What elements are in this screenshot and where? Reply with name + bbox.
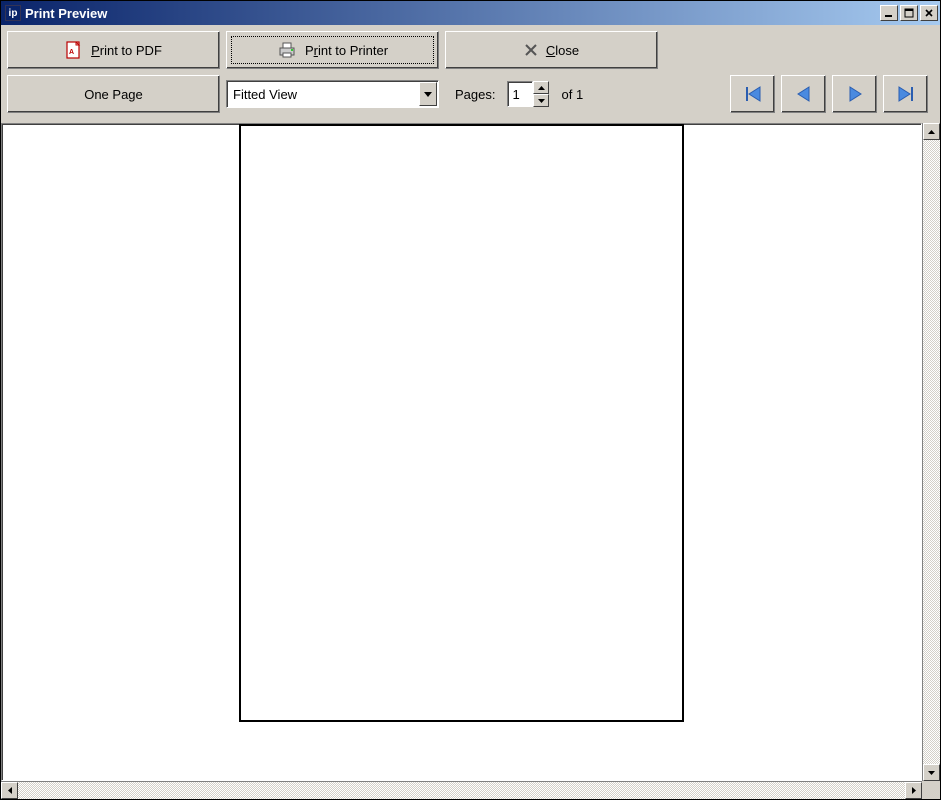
pages-label: Pages: [455, 87, 495, 102]
page-spin-down[interactable] [533, 94, 549, 107]
next-page-icon [845, 84, 865, 104]
dropdown-arrow-button[interactable] [419, 82, 437, 106]
one-page-label: One Page [84, 87, 143, 102]
window-title: Print Preview [25, 6, 878, 21]
chevron-down-icon [424, 92, 432, 97]
last-page-icon [896, 84, 916, 104]
vscroll-track[interactable] [923, 140, 940, 764]
last-page-button[interactable] [883, 75, 928, 113]
minimize-button[interactable] [880, 5, 898, 21]
maximize-icon [904, 8, 914, 18]
triangle-right-icon [912, 787, 916, 794]
scroll-left-button[interactable] [1, 782, 18, 799]
close-label: Close [546, 43, 579, 58]
resize-grip[interactable] [922, 781, 940, 799]
first-page-button[interactable] [730, 75, 775, 113]
next-page-button[interactable] [832, 75, 877, 113]
close-icon [524, 43, 538, 57]
scroll-right-button[interactable] [905, 782, 922, 799]
bottom-strip [1, 781, 940, 799]
close-window-button[interactable] [920, 5, 938, 21]
app-icon: ip [5, 5, 21, 21]
horizontal-scrollbar[interactable] [1, 781, 922, 799]
vertical-scrollbar[interactable] [922, 123, 940, 781]
close-button[interactable]: Close [445, 31, 658, 69]
triangle-up-icon [538, 86, 545, 90]
prev-page-icon [794, 84, 814, 104]
svg-text:A: A [69, 49, 74, 56]
page-number-input[interactable] [507, 81, 533, 107]
one-page-button[interactable]: One Page [7, 75, 220, 113]
prev-page-button[interactable] [781, 75, 826, 113]
pdf-icon: A [65, 41, 83, 59]
page-spinner [507, 81, 549, 107]
scroll-up-button[interactable] [923, 123, 940, 140]
page-thumbnail [239, 124, 684, 722]
page-spin-up[interactable] [533, 81, 549, 94]
preview-viewport[interactable] [1, 123, 922, 781]
print-preview-window: ip Print Preview A Print to PDF Print [0, 0, 941, 800]
maximize-button[interactable] [900, 5, 918, 21]
triangle-down-icon [538, 99, 545, 103]
triangle-up-icon [928, 130, 935, 134]
view-dropdown[interactable]: Fitted View [226, 80, 439, 108]
preview-area [1, 123, 940, 781]
triangle-left-icon [8, 787, 12, 794]
toolbar: A Print to PDF Print to Printer Close On… [1, 25, 940, 123]
printer-icon [277, 41, 297, 59]
print-to-printer-label: Print to Printer [305, 43, 388, 58]
titlebar: ip Print Preview [1, 1, 940, 25]
print-to-printer-button[interactable]: Print to Printer [226, 31, 439, 69]
toolbar-row-1: A Print to PDF Print to Printer Close [7, 31, 934, 69]
close-x-icon [924, 8, 934, 18]
minimize-icon [884, 8, 894, 18]
view-dropdown-value: Fitted View [233, 87, 297, 102]
triangle-down-icon [928, 771, 935, 775]
toolbar-row-2: One Page Fitted View Pages: [7, 75, 934, 113]
page-nav-group [730, 75, 934, 113]
scroll-down-button[interactable] [923, 764, 940, 781]
hscroll-track[interactable] [18, 782, 905, 799]
first-page-icon [743, 84, 763, 104]
page-total-label: of 1 [561, 87, 583, 102]
print-to-pdf-label: Print to PDF [91, 43, 162, 58]
print-to-pdf-button[interactable]: A Print to PDF [7, 31, 220, 69]
